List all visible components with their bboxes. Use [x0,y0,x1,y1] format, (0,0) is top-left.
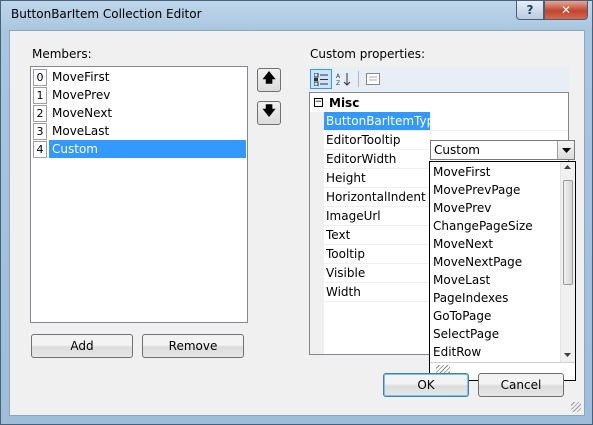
move-up-button[interactable]: 🡅 [257,68,281,92]
cancel-button-label: Cancel [500,378,542,392]
member-item-0[interactable]: 0 MoveFirst [32,68,246,86]
dropdown-option[interactable]: ChangePageSize [433,217,533,235]
dropdown-option[interactable]: MoveNextPage [433,253,522,271]
property-name: ButtonBarItemType [324,112,430,131]
svg-text:Z: Z [336,80,340,86]
scroll-down-icon[interactable] [564,353,571,357]
property-name: ImageUrl [324,207,430,226]
member-item-2[interactable]: 2 MoveNext [32,104,246,122]
dropdown-option[interactable]: MoveNext [433,235,493,253]
title-bar[interactable]: ButtonBarItem Collection Editor ? ✕ [1,1,592,29]
member-name: MoveLast [52,124,110,138]
categorized-icon [314,72,328,86]
help-icon: ? [526,3,534,17]
property-name: Height [324,169,430,188]
property-value[interactable] [430,112,568,131]
property-pages-button[interactable] [362,69,384,89]
dropdown-option[interactable]: SelectPage [433,325,499,343]
members-list[interactable]: 0 MoveFirst 1 MovePrev 2 MoveNext 3 Move… [30,66,248,323]
member-item-4[interactable]: 4 Custom [32,140,246,158]
property-toolbar: A Z [309,67,569,91]
window-title: ButtonBarItem Collection Editor [11,7,202,21]
arrow-up-icon: 🡅 [262,71,276,86]
collection-editor-window: ButtonBarItem Collection Editor ? ✕ Memb… [0,0,593,425]
member-index: 2 [33,104,47,122]
sort-az-icon: A Z [336,73,351,86]
help-button[interactable]: ? [516,1,544,20]
member-index: 0 [33,68,47,86]
dropdown-option[interactable]: MovePrev [433,199,491,217]
categorized-view-button[interactable] [310,69,332,89]
type-dropdown-list[interactable]: MoveFirst MovePrevPage MovePrev ChangePa… [429,161,576,381]
close-icon: ✕ [560,3,572,17]
buttonbaritemtype-combo[interactable]: Custom [430,140,575,160]
property-name: HorizontalIndent [324,188,430,207]
ok-button-label: OK [417,378,435,392]
toolbar-separator [358,71,359,87]
chevron-down-icon [561,147,571,153]
member-item-3[interactable]: 3 MoveLast [32,122,246,140]
remove-button[interactable]: Remove [142,334,244,358]
property-name: Width [324,283,430,302]
member-item-1[interactable]: 1 MovePrev [32,86,246,104]
arrow-down-icon: 🡇 [262,104,276,119]
scroll-up-icon[interactable] [564,165,571,169]
member-name: MovePrev [52,88,111,102]
property-name: EditorWidth [324,150,430,169]
member-name: MoveNext [52,106,113,120]
scrollbar-thumb[interactable] [563,180,573,285]
property-name: EditorTooltip [324,131,430,150]
combo-dropdown-button[interactable] [557,141,574,159]
member-name: MoveFirst [52,70,110,84]
property-name: Tooltip [324,245,430,264]
property-name: Text [324,226,430,245]
dialog-client-area: Members: 0 MoveFirst 1 MovePrev 2 MoveNe… [9,30,585,416]
property-pages-icon [366,73,380,85]
close-button[interactable]: ✕ [544,1,588,20]
add-button-label: Add [70,339,94,353]
member-index: 3 [33,122,47,140]
member-index: 4 [33,140,47,158]
member-name: Custom [52,142,98,156]
category-misc[interactable]: − Misc [310,93,568,112]
dropdown-option[interactable]: EditRow [433,343,481,361]
member-index: 1 [33,86,47,104]
dropdown-option[interactable]: GoToPage [433,307,491,325]
remove-button-label: Remove [168,339,218,353]
add-button[interactable]: Add [31,334,133,358]
members-label: Members: [32,47,92,61]
category-name: Misc [329,95,360,110]
combo-value: Custom [434,143,480,157]
collapse-icon[interactable]: − [314,98,323,107]
window-resize-grip-icon[interactable] [571,402,581,412]
dropdown-scrollbar[interactable] [560,162,575,362]
dropdown-option[interactable]: MoveFirst [433,163,490,181]
svg-text:A: A [336,73,341,80]
ok-button[interactable]: OK [383,373,469,397]
dropdown-option[interactable]: PageIndexes [433,289,508,307]
properties-label: Custom properties: [310,47,426,61]
move-down-button[interactable]: 🡇 [257,101,281,125]
dropdown-option[interactable]: MoveLast [433,271,490,289]
dropdown-option[interactable]: MovePrevPage [433,181,520,199]
property-row-buttonbaritemtype[interactable]: ButtonBarItemType [310,112,568,131]
cancel-button[interactable]: Cancel [478,373,564,397]
alphabetical-view-button[interactable]: A Z [333,69,355,89]
property-name: Visible [324,264,430,283]
